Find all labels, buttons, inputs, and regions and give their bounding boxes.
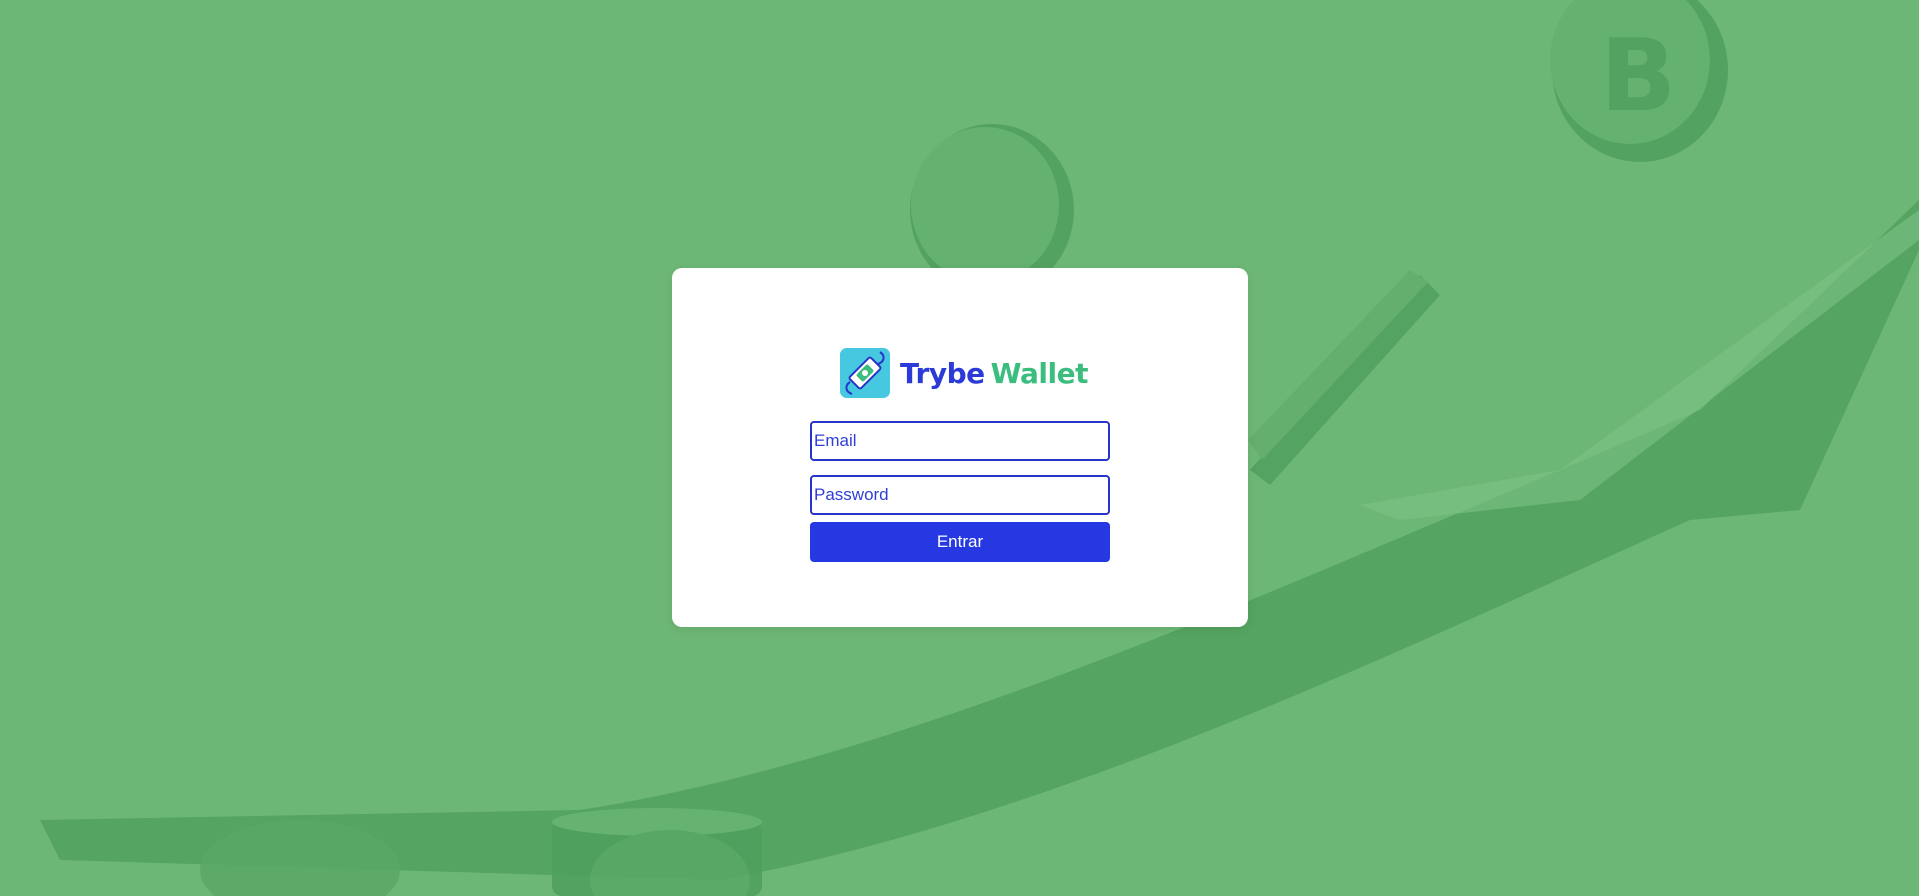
login-card: TrybeWallet Entrar xyxy=(672,268,1248,627)
email-input[interactable] xyxy=(810,421,1110,461)
brand-word-trybe: Trybe xyxy=(900,356,985,390)
svg-text:B: B xyxy=(1600,17,1676,134)
login-button[interactable]: Entrar xyxy=(810,522,1110,562)
brand-word-wallet: Wallet xyxy=(990,356,1089,390)
password-input[interactable] xyxy=(810,475,1110,515)
brand-name: Trybe Wallet xyxy=(900,357,1088,390)
brand-logo: Trybe Wallet xyxy=(840,348,1088,398)
wallet-money-icon xyxy=(840,348,890,398)
login-page: B Trybe Wallet Email Entrar xyxy=(0,0,1919,896)
